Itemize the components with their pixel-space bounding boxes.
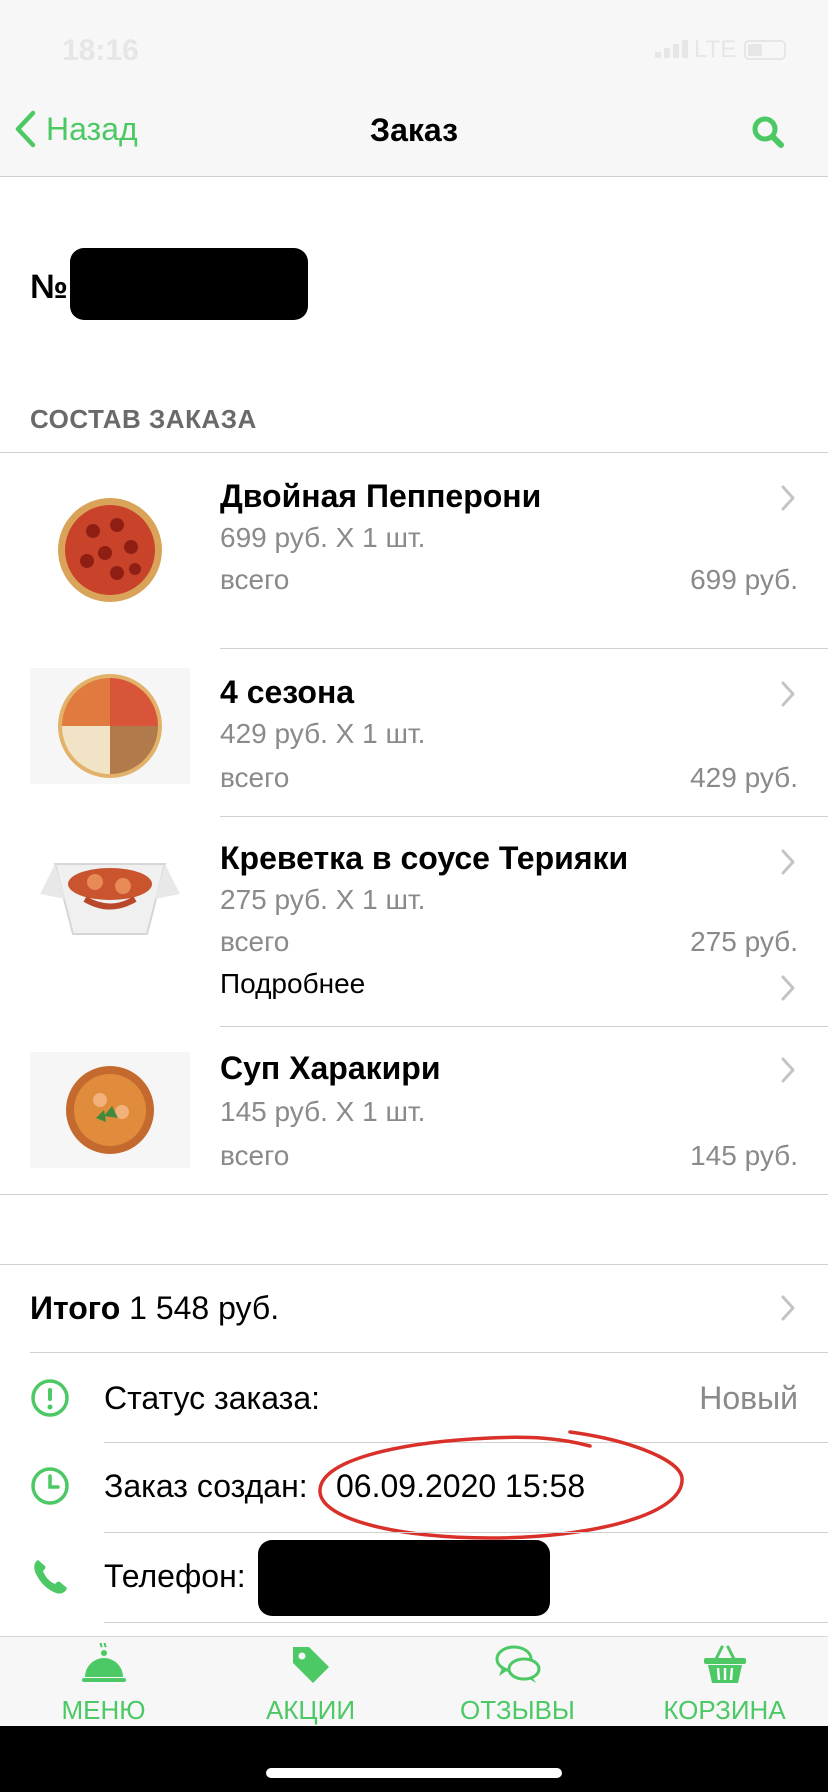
total-value: 1 548 руб.	[129, 1290, 280, 1326]
item-price: 699 руб. X 1 шт.	[220, 522, 426, 553]
chevron-right-icon	[781, 849, 795, 875]
four-seasons-pizza-image	[30, 668, 190, 784]
pepperoni-pizza-image	[30, 498, 190, 602]
total-row[interactable]: Итого 1 548 руб.	[0, 1264, 828, 1352]
redacted-phone	[258, 1540, 550, 1616]
search-icon	[752, 116, 784, 148]
phone-label: Телефон:	[104, 1558, 246, 1594]
order-item[interactable]: Креветка в соусе Терияки 275 руб. X 1 шт…	[0, 816, 828, 1026]
red-annotation-circle	[318, 1430, 684, 1540]
chevron-right-icon	[781, 681, 795, 707]
exclamation-circle-icon	[31, 1379, 69, 1417]
phone-icon	[34, 1560, 67, 1594]
status-value: Новый	[699, 1380, 798, 1416]
status-label: Статус заказа:	[104, 1380, 321, 1416]
item-total-value: 429 руб.	[690, 762, 798, 793]
status-time: 18:16	[62, 34, 139, 67]
tab-label: АКЦИИ	[265, 1695, 356, 1725]
section-title: СОСТАВ ЗАКАЗА	[30, 404, 257, 434]
order-item[interactable]: Суп Харакири 145 руб. X 1 шт. всего 145 …	[0, 1026, 828, 1194]
tab-label: КОРЗИНА	[663, 1695, 786, 1725]
tab-reviews[interactable]: ОТЗЫВЫ	[414, 1637, 621, 1727]
home-indicator-area	[0, 1726, 828, 1792]
nav-bar: Назад Заказ	[0, 92, 828, 177]
chevron-right-icon	[781, 485, 795, 511]
item-price: 429 руб. X 1 шт.	[220, 718, 426, 749]
item-total-value: 275 руб.	[690, 926, 798, 957]
tab-bar: МЕНЮ АКЦИИ ОТЗЫВЫ КОРЗИНА	[0, 1636, 828, 1727]
tab-menu[interactable]: МЕНЮ	[0, 1637, 207, 1727]
created-label: Заказ создан:	[104, 1468, 308, 1504]
battery-icon	[744, 40, 786, 60]
clock-icon	[31, 1467, 69, 1505]
redacted-order-number	[70, 248, 308, 320]
page-title: Заказ	[370, 112, 458, 148]
item-total-value: 699 руб.	[690, 564, 798, 595]
basket-icon	[703, 1645, 746, 1683]
order-item[interactable]: 4 сезона 429 руб. X 1 шт. всего 429 руб.	[0, 648, 828, 816]
item-total-label: всего	[220, 564, 290, 595]
tab-label: МЕНЮ	[61, 1695, 146, 1725]
item-total-label: всего	[220, 1140, 290, 1171]
cloche-icon	[81, 1643, 126, 1682]
item-total-value: 145 руб.	[690, 1140, 798, 1171]
divider	[104, 1622, 828, 1623]
chevron-right-icon	[781, 1295, 795, 1321]
search-button[interactable]	[748, 112, 788, 157]
shrimp-noodles-image	[30, 838, 190, 950]
chat-icon	[495, 1645, 540, 1683]
total-label: Итого	[30, 1290, 121, 1326]
soup-image	[30, 1052, 190, 1168]
status-bar: 18:16 LTE	[0, 0, 828, 92]
tab-cart[interactable]: КОРЗИНА	[621, 1637, 828, 1727]
item-total-label: всего	[220, 926, 290, 957]
phone-row: Телефон:	[0, 1532, 828, 1622]
home-indicator[interactable]	[266, 1768, 562, 1778]
item-price: 275 руб. X 1 шт.	[220, 884, 426, 915]
item-name: Креветка в соусе Терияки	[220, 840, 629, 876]
item-name: Суп Харакири	[220, 1050, 441, 1086]
item-total-label: всего	[220, 762, 290, 793]
order-item[interactable]: Двойная Пепперони 699 руб. X 1 шт. всего…	[0, 452, 828, 648]
details-link[interactable]: Подробнее	[220, 968, 365, 1000]
item-price: 145 руб. X 1 шт.	[220, 1096, 426, 1127]
network-type: LTE	[694, 36, 737, 63]
tab-label: ОТЗЫВЫ	[460, 1695, 575, 1725]
item-name: Двойная Пепперони	[220, 478, 542, 514]
chevron-right-icon	[781, 1057, 795, 1083]
item-name: 4 сезона	[220, 674, 355, 710]
tab-promotions[interactable]: АКЦИИ	[207, 1637, 414, 1727]
order-number-label: №	[30, 268, 68, 306]
signal-icon	[655, 40, 688, 58]
tag-icon	[292, 1647, 329, 1683]
chevron-right-icon[interactable]	[780, 974, 796, 1002]
divider	[0, 1194, 828, 1195]
